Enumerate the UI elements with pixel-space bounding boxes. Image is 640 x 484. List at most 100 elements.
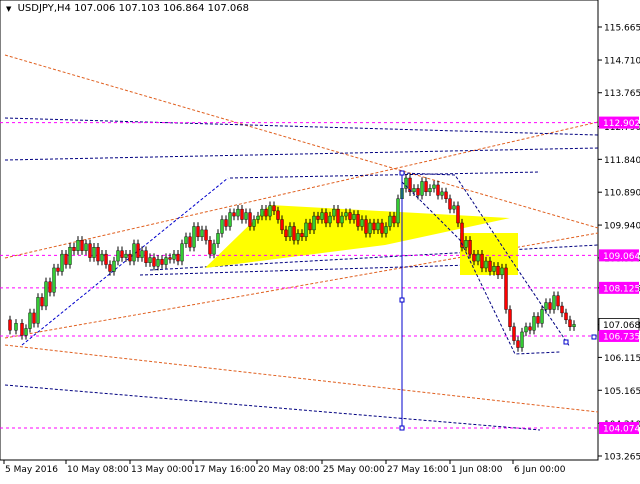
- bear-candle: [120, 250, 124, 258]
- time-axis: 5 May 2016 10 May 08:00 13 May 00:00 17 May…: [3, 460, 566, 475]
- price-badge-label: 112.902: [603, 119, 640, 129]
- bull-candle: [148, 257, 152, 263]
- price-badge-label: 104.074: [603, 425, 640, 435]
- x-tick-label: 25 May 00:00: [323, 465, 385, 475]
- bull-candle: [520, 331, 524, 348]
- bear-candle: [324, 212, 328, 224]
- bear-candle: [480, 253, 484, 269]
- bull-candle: [452, 205, 456, 210]
- bear-candle: [504, 267, 508, 310]
- y-tick-label: 105.165: [604, 387, 640, 397]
- bear-candle: [316, 215, 320, 220]
- bull-candle: [412, 188, 416, 193]
- bull-candle: [432, 184, 436, 189]
- bull-candle: [228, 212, 232, 227]
- bull-candle: [236, 208, 240, 217]
- bull-candle: [428, 188, 432, 193]
- bull-candle: [328, 215, 332, 224]
- bear-candle: [516, 340, 520, 348]
- bull-candle: [320, 212, 324, 220]
- bull-candle: [184, 236, 188, 244]
- bear-candle: [32, 312, 36, 324]
- bull-candle: [572, 324, 576, 327]
- bull-candle: [500, 267, 504, 276]
- anchor-handle: [399, 170, 405, 176]
- bull-candle: [252, 219, 256, 227]
- bull-candle: [84, 243, 88, 251]
- bear-candle: [80, 240, 84, 251]
- bull-candle: [260, 208, 264, 217]
- bull-candle: [304, 222, 308, 238]
- bull-candle: [524, 326, 528, 333]
- y-tick-label: 115.665: [604, 24, 640, 34]
- bull-candle: [156, 259, 160, 267]
- bull-candle: [100, 253, 104, 262]
- bear-candle: [424, 181, 428, 193]
- bull-candle: [296, 233, 300, 241]
- bear-candle: [188, 236, 192, 248]
- bull-candle: [68, 247, 72, 265]
- bear-candle: [336, 208, 340, 224]
- bear-candle: [380, 222, 384, 234]
- bear-candle: [204, 229, 208, 241]
- bear-candle: [508, 309, 512, 327]
- bear-candle: [276, 210, 280, 220]
- bear-candle: [372, 222, 376, 231]
- bull-candle: [552, 295, 556, 310]
- bull-candle: [352, 214, 356, 220]
- chart-window[interactable]: 115.665114.710113.765112.790111.840110.8…: [0, 0, 640, 480]
- x-tick-label: 27 May 16:00: [387, 465, 449, 475]
- bull-candle: [24, 328, 28, 336]
- symbol-label: USDJPY,H4: [17, 3, 71, 14]
- bear-candle: [436, 184, 440, 196]
- price-badge-label: 108.125: [603, 284, 640, 294]
- bull-candle: [532, 316, 536, 331]
- x-tick-label: 17 May 16:00: [194, 465, 256, 475]
- bear-candle: [472, 253, 476, 262]
- anchor-handle: [399, 297, 405, 303]
- bull-candle: [420, 181, 424, 196]
- x-tick-label: 10 May 08:00: [67, 465, 129, 475]
- bull-candle: [124, 253, 128, 258]
- bull-candle: [216, 233, 220, 244]
- anchor-handle: [591, 334, 597, 340]
- bull-candle: [92, 247, 96, 258]
- bear-candle: [556, 295, 560, 307]
- bear-candle: [40, 297, 44, 307]
- bear-candle: [72, 247, 76, 251]
- bull-candle: [256, 215, 260, 220]
- price-axis: 115.665114.710113.765112.790111.840110.8…: [598, 24, 640, 463]
- x-tick-label: 13 May 00:00: [131, 465, 193, 475]
- bear-candle: [548, 302, 552, 310]
- bull-candle: [360, 219, 364, 227]
- bear-candle: [536, 316, 540, 324]
- bull-candle: [332, 208, 336, 217]
- bear-candle: [468, 240, 472, 255]
- bear-candle: [284, 229, 288, 238]
- bull-candle: [220, 219, 224, 234]
- price-badge-label: 106.735: [603, 332, 640, 342]
- bear-candle: [272, 205, 276, 212]
- x-tick-label: 5 May 2016: [5, 465, 58, 475]
- anchor-handle: [563, 339, 569, 345]
- triangle-down-icon[interactable]: ▼: [6, 5, 11, 13]
- chart-title: ▼ USDJPY,H4 107.006 107.103 106.864 107.…: [6, 3, 249, 14]
- bear-candle: [292, 226, 296, 241]
- bear-candle: [488, 260, 492, 272]
- bear-candle: [568, 319, 572, 327]
- bear-candle: [8, 319, 12, 331]
- bull-candle: [60, 253, 64, 272]
- bear-candle: [248, 212, 252, 227]
- y-tick-label: 110.890: [604, 189, 640, 199]
- bear-candle: [128, 253, 132, 262]
- bear-candle: [528, 326, 532, 331]
- price-badge-label: 107.068: [603, 321, 640, 331]
- bull-candle: [312, 215, 316, 231]
- y-tick-label: 113.765: [604, 89, 640, 99]
- x-tick-label: 20 May 08:00: [258, 465, 320, 475]
- bear-candle: [64, 253, 68, 265]
- bear-candle: [564, 312, 568, 321]
- bull-candle: [484, 260, 488, 269]
- price-badge-label: 109.064: [603, 252, 640, 262]
- price-chart[interactable]: 115.665114.710113.765112.790111.840110.8…: [0, 0, 640, 480]
